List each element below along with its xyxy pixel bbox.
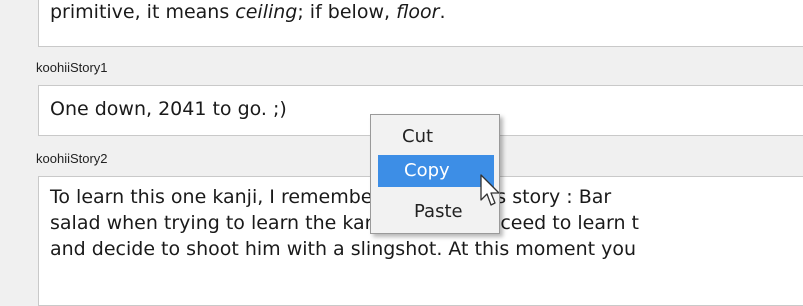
menu-item-label: Copy (404, 160, 450, 181)
koohii-story-1-text: One down, 2041 to go. ;) (50, 98, 287, 120)
menu-item-paste[interactable]: Paste (378, 196, 494, 228)
previous-story-text: primitive, it means ceiling; if below, f… (50, 1, 446, 23)
koohii-story-2-label: koohiiStory2 (36, 151, 108, 166)
menu-item-label: Paste (414, 201, 463, 222)
previous-story-field[interactable]: primitive, it means ceiling; if below, f… (38, 0, 803, 47)
menu-item-copy[interactable]: Copy (378, 155, 494, 187)
koohii-story-1-label: koohiiStory1 (36, 60, 108, 75)
menu-item-label: Cut (402, 126, 434, 147)
story-line: and decide to shoot him with a slingshot… (50, 238, 637, 260)
story-line: To learn this one kanji, I remember (#20… (50, 186, 612, 208)
story-line: salad when trying to learn the kanjis. A… (50, 212, 639, 234)
menu-item-cut[interactable]: Cut (378, 121, 494, 153)
arrow-pointer-icon (480, 174, 500, 206)
